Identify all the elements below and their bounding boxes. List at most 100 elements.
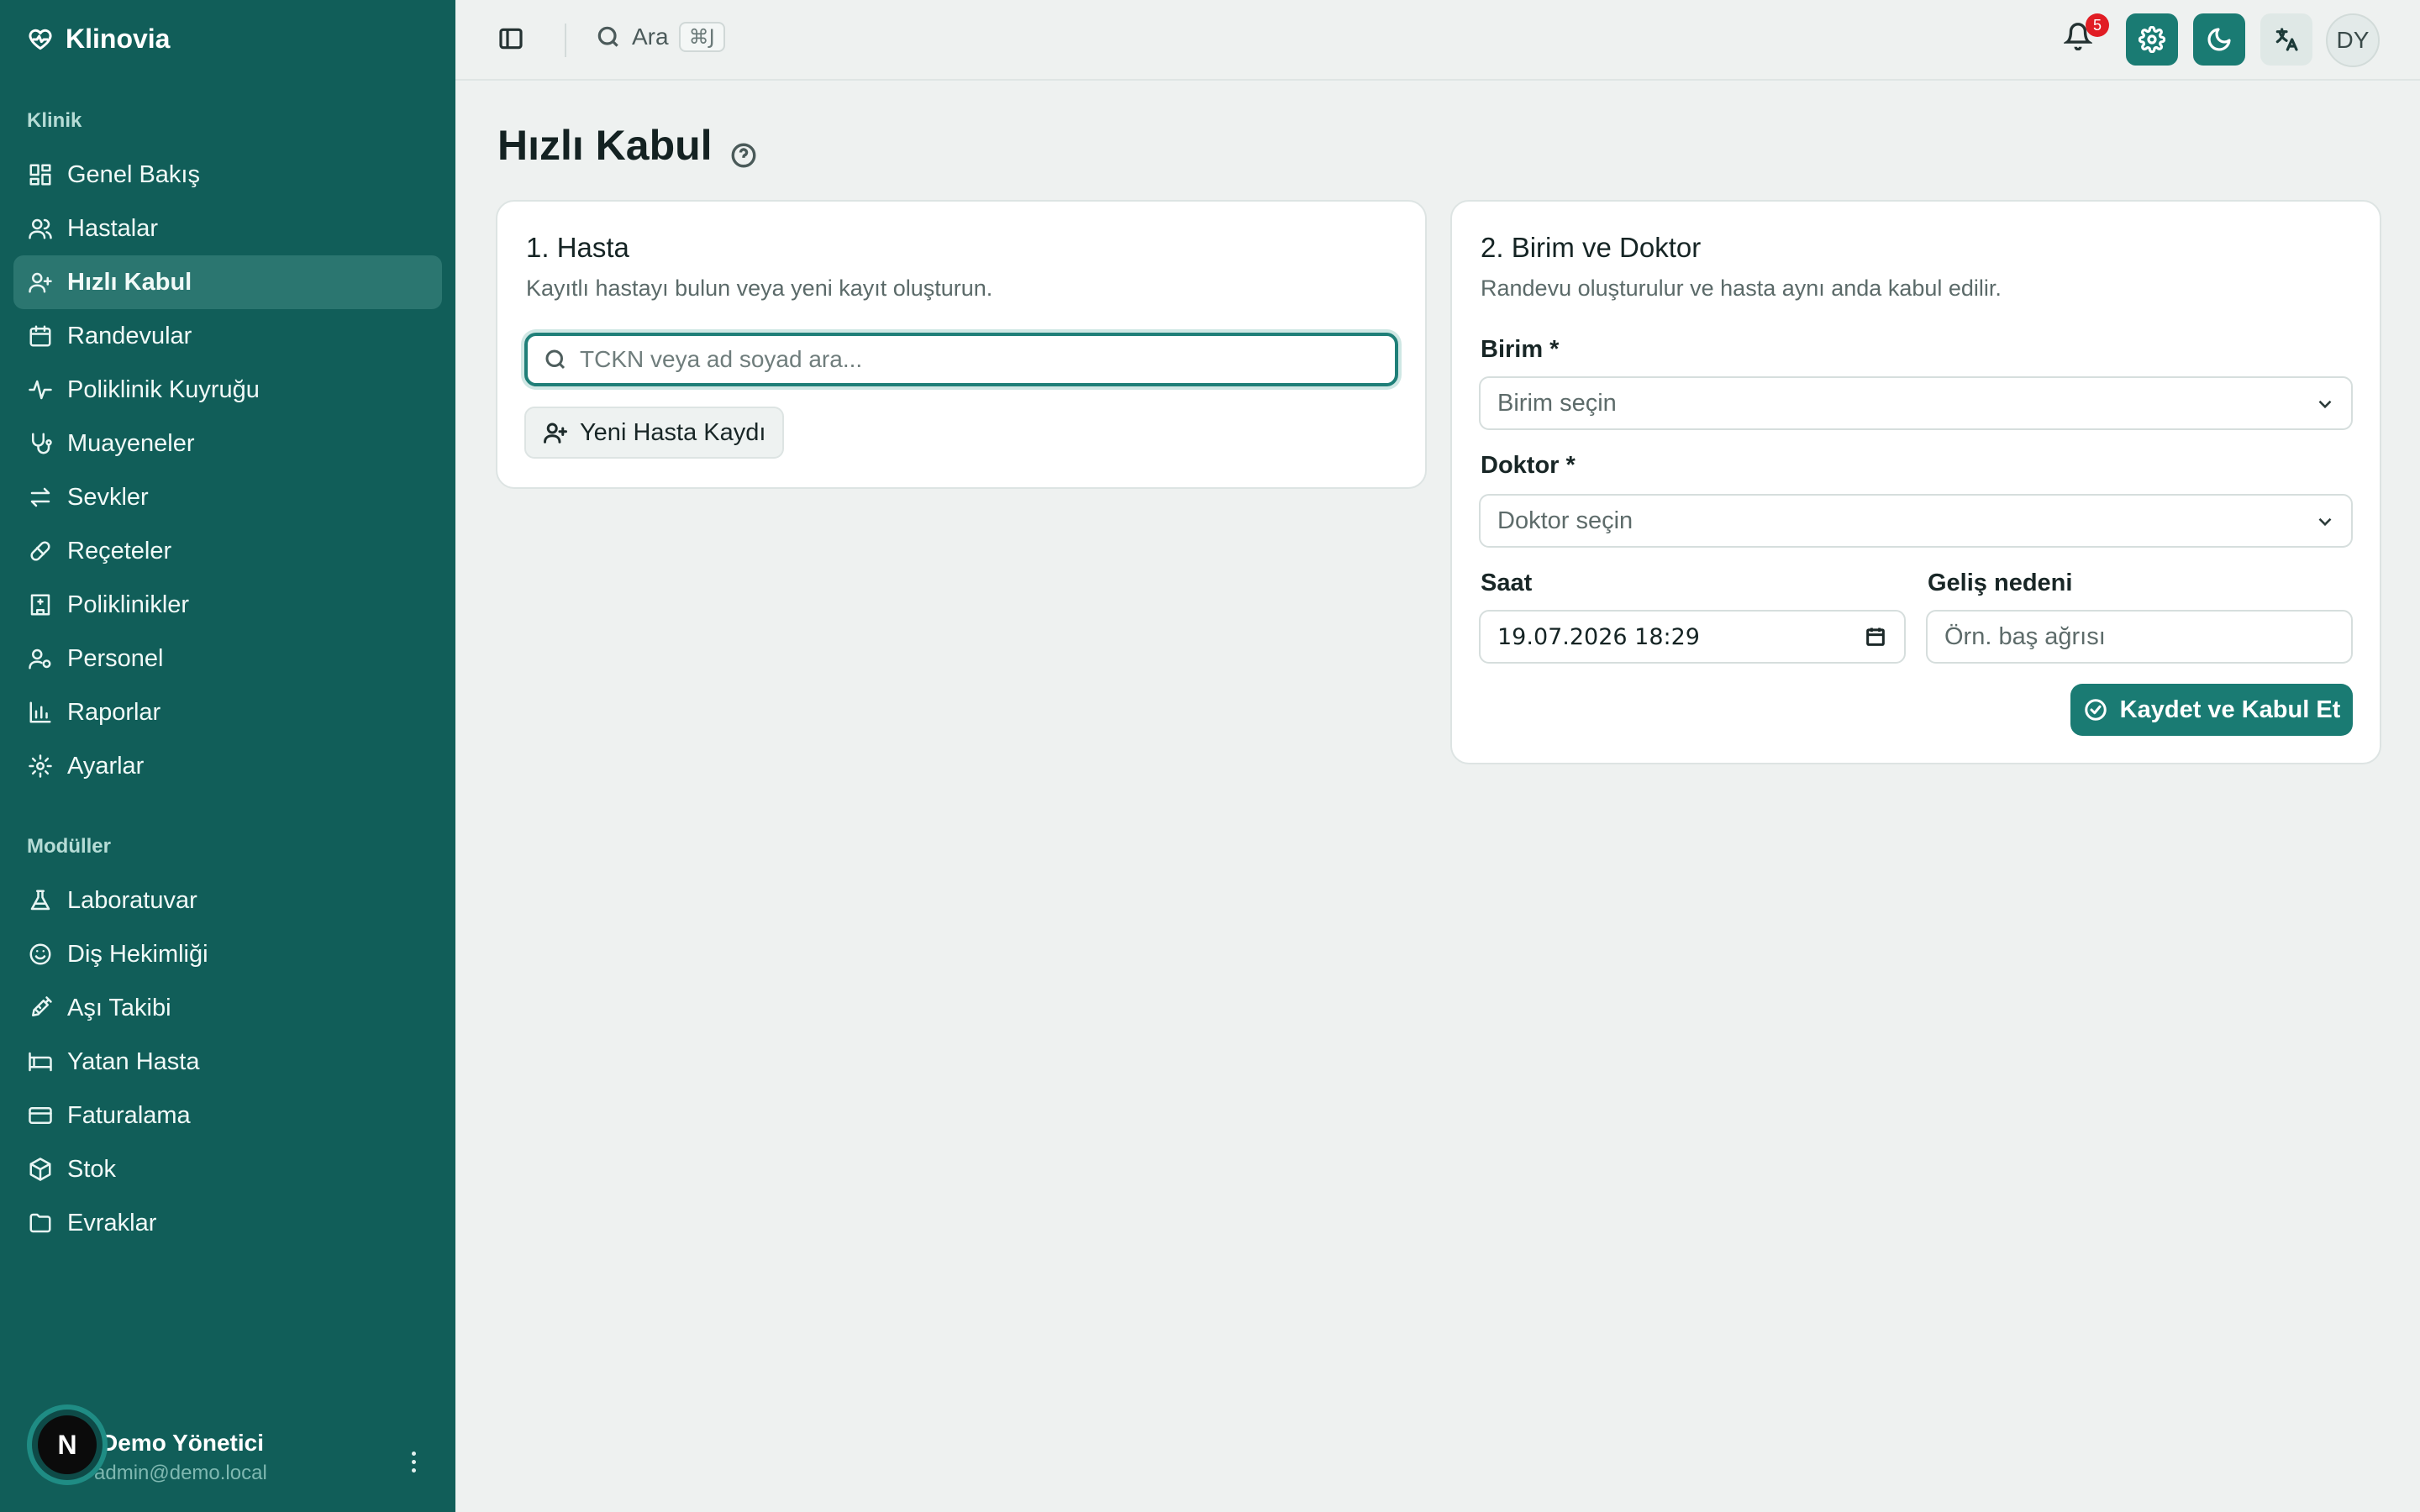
user-avatar-button[interactable]: DY: [2326, 13, 2380, 67]
calendar-icon: [27, 323, 54, 349]
sidebar-item-billing[interactable]: Faturalama: [13, 1089, 442, 1142]
brand-name: Klinovia: [66, 24, 171, 54]
sidebar-item-stock[interactable]: Stok: [13, 1142, 442, 1196]
flask-icon: [27, 887, 54, 914]
notifications-button[interactable]: 5: [2062, 13, 2109, 59]
section-label-clinic: Klinik: [27, 109, 82, 132]
doctor-select[interactable]: Doktor seçin: [1479, 494, 2353, 548]
pill-icon: [27, 538, 54, 564]
patient-search-field[interactable]: [524, 333, 1398, 386]
user-plus-icon: [27, 269, 54, 296]
sidebar-item-settings[interactable]: Ayarlar: [13, 739, 442, 793]
help-icon[interactable]: [729, 131, 758, 168]
sidebar-item-patients[interactable]: Hastalar: [13, 202, 442, 255]
arrows-swap-icon: [27, 484, 54, 511]
sidebar-item-label: Sevkler: [67, 483, 149, 511]
sidebar-item-label: Evraklar: [67, 1209, 157, 1236]
package-icon: [27, 1156, 54, 1183]
settings-button[interactable]: [2126, 13, 2178, 66]
avatar-letter: N: [38, 1415, 97, 1474]
doctor-label: Doktor *: [1481, 452, 1576, 479]
notification-badge: 5: [2086, 13, 2109, 37]
sidebar-item-label: Aşı Takibi: [67, 994, 171, 1021]
moon-icon: [2207, 28, 2231, 51]
user-profile[interactable]: Demo Yönetici admin@demo.local N: [27, 1404, 430, 1485]
patient-search-input[interactable]: [580, 346, 1336, 373]
gear-icon: [2139, 26, 2165, 53]
sidebar-item-label: Hastalar: [67, 214, 158, 242]
sidebar-item-documents[interactable]: Evraklar: [13, 1196, 442, 1250]
topbar: Ara ⌘J 5 DY: [455, 0, 2420, 81]
sidebar-item-label: Randevular: [67, 322, 192, 349]
datetime-input[interactable]: 19.07.2026 18:29: [1479, 610, 1906, 664]
section-label-modules: Modüller: [27, 835, 111, 858]
unit-doctor-card: 2. Birim ve Doktor Randevu oluşturulur v…: [1450, 200, 2381, 764]
user-name: Demo Yönetici: [101, 1430, 264, 1456]
time-label: Saat: [1481, 570, 1533, 596]
card-description: Kayıtlı hastayı bulun veya yeni kayıt ol…: [526, 276, 993, 301]
chevron-down-icon: [2314, 511, 2336, 533]
calendar-icon[interactable]: [1864, 625, 1889, 650]
sidebar-item-staff[interactable]: Personel: [13, 632, 442, 685]
avatar[interactable]: N: [27, 1404, 108, 1485]
sidebar-item-appointments[interactable]: Randevular: [13, 309, 442, 363]
sidebar-item-examinations[interactable]: Muayeneler: [13, 417, 442, 470]
save-and-admit-button[interactable]: Kaydet ve Kabul Et: [2070, 684, 2353, 736]
folder-icon: [27, 1210, 54, 1236]
user-plus-icon: [544, 423, 567, 444]
reason-field[interactable]: Örn. baş ağrısı: [1926, 610, 2353, 664]
patient-card: 1. Hasta Kayıtlı hastayı bulun veya yeni…: [496, 200, 1427, 489]
reason-placeholder: Örn. baş ağrısı: [1944, 622, 2106, 650]
more-vertical-icon[interactable]: [403, 1445, 424, 1478]
sidebar-item-label: Raporlar: [67, 698, 161, 726]
sidebar-item-label: Poliklinik Kuyruğu: [67, 375, 260, 403]
unit-select-value: Birim seçin: [1497, 389, 1617, 417]
bed-icon: [27, 1048, 54, 1075]
sidebar-item-label: Reçeteler: [67, 537, 172, 564]
stethoscope-icon: [27, 430, 54, 457]
sidebar-item-polyclinics[interactable]: Poliklinikler: [13, 578, 442, 632]
sidebar-item-label: Muayeneler: [67, 429, 195, 457]
sidebar-item-label: Faturalama: [67, 1101, 191, 1129]
sidebar-toggle-icon[interactable]: [497, 25, 528, 55]
sidebar-item-label: Personel: [67, 644, 164, 672]
divider: [565, 24, 566, 57]
language-button[interactable]: [2260, 13, 2312, 66]
sidebar-item-label: Diş Hekimliği: [67, 940, 208, 968]
user-cog-icon: [27, 645, 54, 672]
unit-select[interactable]: Birim seçin: [1479, 376, 2353, 430]
page-title: Hızlı Kabul: [497, 121, 758, 170]
sidebar-item-prescriptions[interactable]: Reçeteler: [13, 524, 442, 578]
unit-label: Birim *: [1481, 336, 1560, 363]
bar-chart-icon: [27, 699, 54, 726]
hospital-icon: [27, 591, 54, 618]
page-title-text: Hızlı Kabul: [497, 122, 713, 169]
users-icon: [27, 215, 54, 242]
sidebar-item-label: Ayarlar: [67, 752, 145, 780]
sidebar-item-referrals[interactable]: Sevkler: [13, 470, 442, 524]
sidebar-item-quick-admission[interactable]: Hızlı Kabul: [13, 255, 442, 309]
new-patient-button[interactable]: Yeni Hasta Kaydı: [524, 407, 785, 459]
sidebar-item-label: Stok: [67, 1155, 117, 1183]
activity-icon: [27, 376, 54, 403]
sidebar-item-dentistry[interactable]: Diş Hekimliği: [13, 927, 442, 981]
sidebar-item-laboratory[interactable]: Laboratuvar: [13, 874, 442, 927]
new-patient-label: Yeni Hasta Kaydı: [580, 418, 766, 446]
sidebar-item-label: Laboratuvar: [67, 886, 197, 914]
sidebar-item-reports[interactable]: Raporlar: [13, 685, 442, 739]
card-title: 2. Birim ve Doktor: [1481, 232, 1702, 263]
brand[interactable]: Klinovia: [27, 24, 170, 55]
syringe-icon: [27, 995, 54, 1021]
user-email: admin@demo.local: [94, 1462, 267, 1484]
dark-mode-button[interactable]: [2193, 13, 2245, 66]
search-shortcut: ⌘J: [678, 22, 725, 52]
sidebar-item-overview[interactable]: Genel Bakış: [13, 148, 442, 202]
search-button[interactable]: Ara ⌘J: [595, 22, 725, 52]
sidebar-item-clinic-queue[interactable]: Poliklinik Kuyruğu: [13, 363, 442, 417]
sidebar-item-inpatient[interactable]: Yatan Hasta: [13, 1035, 442, 1089]
search-icon: [545, 349, 566, 370]
sidebar-item-vaccination[interactable]: Aşı Takibi: [13, 981, 442, 1035]
translate-icon: [2275, 28, 2298, 51]
card-title: 1. Hasta: [526, 232, 629, 263]
datetime-value: 19.07.2026 18:29: [1497, 623, 1700, 650]
